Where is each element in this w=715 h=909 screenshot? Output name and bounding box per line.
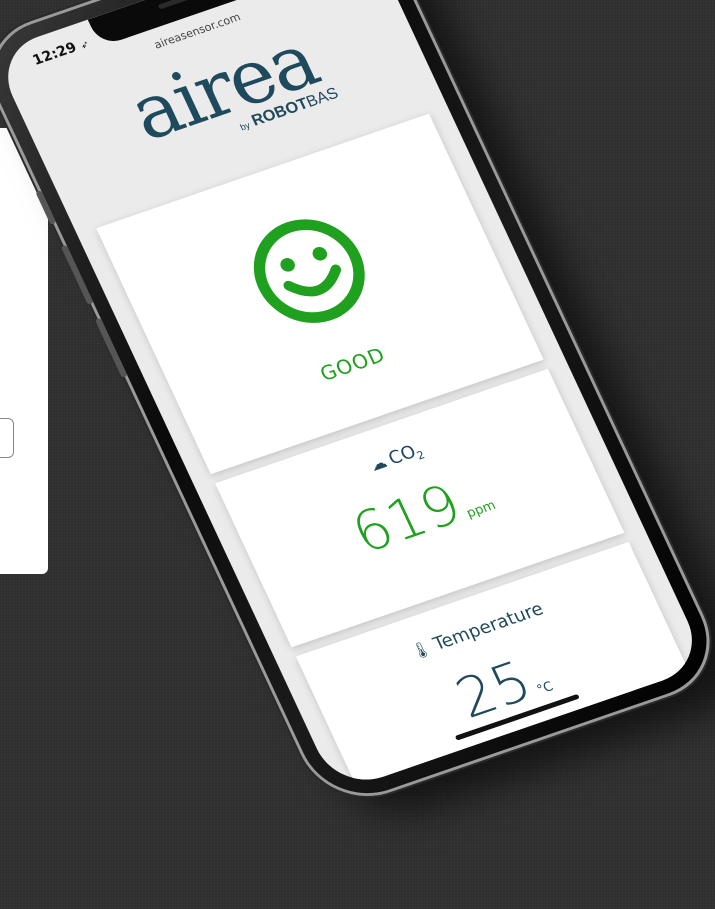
- mute-switch: [35, 190, 57, 225]
- phone-frame: 12:29 ➶ ▂▄▆ ◠ ▭ aireasensor.com airea by…: [0, 0, 715, 810]
- partial-input-field[interactable]: [0, 418, 14, 458]
- temperature-unit: °C: [534, 679, 556, 698]
- speaker: [157, 0, 204, 10]
- co2-number: 619: [342, 472, 472, 567]
- co2-cloud-icon: ☁: [366, 452, 390, 475]
- thermometer-icon: 🌡: [407, 637, 435, 662]
- location-arrow-icon: ➶: [78, 38, 92, 52]
- phone-screen: 12:29 ➶ ▂▄▆ ◠ ▭ aireasensor.com airea by…: [0, 0, 708, 793]
- co2-unit: ppm: [464, 498, 499, 522]
- temperature-number: 25: [446, 649, 542, 732]
- smiley-face-icon: [253, 219, 365, 323]
- phone-mockup: 12:29 ➶ ▂▄▆ ◠ ▭ aireasensor.com airea by…: [0, 0, 715, 856]
- brand-by: by: [238, 120, 252, 133]
